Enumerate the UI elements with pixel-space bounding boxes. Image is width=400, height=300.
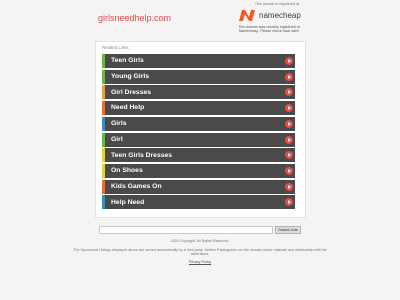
copyright-text: 2020 Copyright. All Rights Reserved. xyxy=(170,239,230,243)
related-link[interactable]: Teen Girls xyxy=(102,54,295,68)
arrow-right-icon xyxy=(285,198,293,207)
related-link[interactable]: Need Help xyxy=(102,101,295,116)
privacy-policy-link[interactable]: Privacy Policy xyxy=(70,260,330,264)
registrar-note: This domain is registered at xyxy=(254,2,300,6)
related-link-label: Girl xyxy=(111,135,123,143)
related-link[interactable]: Girl xyxy=(102,132,295,147)
arrow-right-icon xyxy=(285,182,293,191)
arrow-right-icon xyxy=(285,72,293,81)
arrow-right-icon xyxy=(285,57,293,65)
related-link-label: Kids Games On xyxy=(111,183,162,191)
related-links-title: Related Links xyxy=(102,45,129,50)
registrar-expired-note: This domain was recently registered at N… xyxy=(238,25,300,34)
disclaimer-text: The Sponsored Listings displayed above a… xyxy=(73,248,327,257)
search-ads-button[interactable]: Search Ads xyxy=(275,226,301,234)
related-link[interactable]: On Shoes xyxy=(102,164,295,179)
domain-title[interactable]: girlsneedhelp.com xyxy=(98,13,171,23)
arrow-right-icon xyxy=(285,167,293,176)
related-link-label: Need Help xyxy=(111,104,145,112)
related-link[interactable]: Help Need xyxy=(102,195,295,210)
namecheap-icon xyxy=(239,10,255,21)
related-link-label: Help Need xyxy=(111,198,145,206)
related-link-label: Teen Girls Dresses xyxy=(111,151,173,159)
related-link-label: Teen Girls xyxy=(111,57,144,65)
arrow-right-icon xyxy=(285,119,293,128)
namecheap-logo[interactable]: namecheap xyxy=(238,8,306,23)
related-link-label: Girls xyxy=(111,120,127,128)
related-link-label: On Shoes xyxy=(111,167,143,175)
related-link-label: Young Girls xyxy=(111,73,150,81)
related-link[interactable]: Girl Dresses xyxy=(102,85,295,100)
related-link[interactable]: Teen Girls Dresses xyxy=(102,148,295,163)
search-input[interactable] xyxy=(99,226,273,234)
related-link[interactable]: Young Girls xyxy=(102,69,295,84)
related-link[interactable]: Girls xyxy=(102,116,295,131)
arrow-right-icon xyxy=(285,135,293,144)
arrow-right-icon xyxy=(285,151,293,160)
arrow-right-icon xyxy=(285,104,293,113)
related-link[interactable]: Kids Games On xyxy=(102,179,295,194)
arrow-right-icon xyxy=(285,88,293,97)
namecheap-brand-text: namecheap xyxy=(259,11,301,20)
related-links-list: Teen Girls Young Girls Girl Dresses Need He… xyxy=(102,54,295,211)
search-bar: Search Ads xyxy=(99,226,301,234)
related-links-panel: Related Links Teen Girls Young Girls Girl … xyxy=(95,41,306,218)
related-link-label: Girl Dresses xyxy=(111,88,152,96)
